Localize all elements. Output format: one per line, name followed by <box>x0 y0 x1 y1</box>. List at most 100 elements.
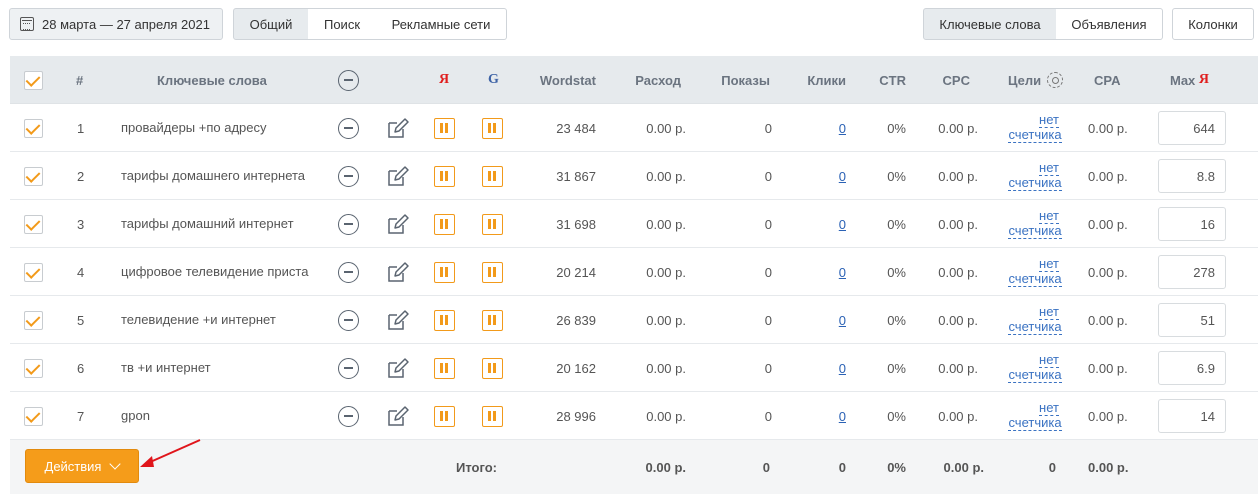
header-num: # <box>76 72 84 88</box>
row-checkbox[interactable] <box>24 406 43 426</box>
row-cpc: 0.00 р. <box>938 168 978 184</box>
row-goals[interactable]: нет счетчика <box>1006 200 1064 248</box>
minus-circle-icon[interactable] <box>338 69 359 91</box>
row-minus-cell <box>338 248 359 296</box>
row-clicks-link[interactable]: 0 <box>839 121 846 136</box>
max-bid-input[interactable]: 16 <box>1158 207 1226 241</box>
tab-keywords[interactable]: Ключевые слова <box>923 8 1057 40</box>
row-checkbox[interactable] <box>24 262 43 282</box>
pause-icon[interactable] <box>482 405 503 427</box>
edit-icon[interactable] <box>386 261 410 283</box>
max-bid-input[interactable]: 51 <box>1158 303 1226 337</box>
row-clicks-link[interactable]: 0 <box>839 169 846 184</box>
max-bid-input[interactable]: 6.9 <box>1158 351 1226 385</box>
max-bid-input[interactable]: 8.8 <box>1158 159 1226 193</box>
pause-icon[interactable] <box>434 357 455 379</box>
tab-search[interactable]: Поиск <box>308 8 377 40</box>
row-keyword[interactable]: тарифы домашнего интернета <box>121 152 309 200</box>
header-keywords[interactable]: Ключевые слова <box>157 56 267 104</box>
minus-circle-icon[interactable] <box>338 261 359 283</box>
edit-icon[interactable] <box>386 165 410 187</box>
pause-icon[interactable] <box>482 165 503 187</box>
minus-circle-icon[interactable] <box>338 117 359 139</box>
row-goals[interactable]: нет счетчика <box>1006 344 1064 392</box>
columns-button[interactable]: Колонки <box>1172 8 1254 40</box>
pause-icon[interactable] <box>482 213 503 235</box>
row-keyword[interactable]: цифровое телевидение пристав <box>121 248 309 296</box>
minus-circle-icon[interactable] <box>338 309 359 331</box>
max-bid-input[interactable]: 14 <box>1158 399 1226 433</box>
edit-icon[interactable] <box>386 309 410 331</box>
row-keyword[interactable]: gpon <box>121 392 309 440</box>
row-max-cell: 8.8 <box>1158 152 1226 200</box>
pause-icon[interactable] <box>434 309 455 331</box>
header-cpa[interactable]: CPA <box>1094 56 1120 104</box>
row-num: 5 <box>77 312 85 328</box>
row-checkbox[interactable] <box>24 214 43 234</box>
row-wordstat: 20 214 <box>556 264 596 280</box>
tab-ad-networks[interactable]: Рекламные сети <box>376 8 507 40</box>
row-goals[interactable]: нет счетчика <box>1006 392 1064 440</box>
row-checkbox[interactable] <box>24 166 43 186</box>
header-cpc[interactable]: CPC <box>930 56 970 104</box>
row-clicks-link[interactable]: 0 <box>839 217 846 232</box>
pause-icon[interactable] <box>482 309 503 331</box>
row-goals-line2: счетчика <box>1008 415 1062 431</box>
yandex-icon: Я <box>439 72 450 87</box>
row-clicks-link[interactable]: 0 <box>839 409 846 424</box>
row-checkbox[interactable] <box>24 358 43 378</box>
max-bid-input[interactable]: 278 <box>1158 255 1226 289</box>
actions-button[interactable]: Действия <box>25 449 139 483</box>
select-all-checkbox[interactable] <box>24 70 43 90</box>
date-range-button[interactable]: 28 марта — 27 апреля 2021 <box>9 8 223 40</box>
row-keyword[interactable]: провайдеры +по адресу <box>121 104 309 152</box>
pause-icon[interactable] <box>434 405 455 427</box>
pause-icon[interactable] <box>482 357 503 379</box>
row-goals[interactable]: нет счетчика <box>1006 104 1064 152</box>
row-clicks-link[interactable]: 0 <box>839 361 846 376</box>
row-checkbox[interactable] <box>24 118 43 138</box>
edit-icon[interactable] <box>386 357 410 379</box>
edit-icon[interactable] <box>386 213 410 235</box>
header-wordstat[interactable]: Wordstat <box>514 56 596 104</box>
row-goals[interactable]: нет счетчика <box>1006 296 1064 344</box>
pause-icon[interactable] <box>482 117 503 139</box>
row-goals-line1: нет <box>1039 208 1059 224</box>
row-clicks-link[interactable]: 0 <box>839 265 846 280</box>
edit-icon[interactable] <box>386 117 410 139</box>
minus-circle-icon[interactable] <box>338 405 359 427</box>
row-num: 2 <box>77 168 85 184</box>
minus-circle-icon[interactable] <box>338 213 359 235</box>
row-yandex-pause-cell <box>434 200 455 248</box>
pause-icon[interactable] <box>434 117 455 139</box>
row-clicks-cell: 0 <box>800 200 846 248</box>
row-keyword[interactable]: тарифы домашний интернет <box>121 200 309 248</box>
totals-clicks: 0 <box>838 460 846 475</box>
pause-icon[interactable] <box>434 261 455 283</box>
header-ctr[interactable]: CTR <box>860 56 906 104</box>
header-impressions[interactable]: Показы <box>700 56 770 104</box>
pause-icon[interactable] <box>434 165 455 187</box>
pause-icon[interactable] <box>434 213 455 235</box>
tab-ads[interactable]: Объявления <box>1056 8 1163 40</box>
row-cpa: 0.00 р. <box>1088 408 1128 424</box>
minus-circle-icon[interactable] <box>338 357 359 379</box>
header-goals-label[interactable]: Цели <box>1008 73 1041 88</box>
row-goals[interactable]: нет счетчика <box>1006 248 1064 296</box>
pause-icon[interactable] <box>482 261 503 283</box>
row-goals[interactable]: нет счетчика <box>1006 152 1064 200</box>
row-keyword[interactable]: телевидение +и интернет <box>121 296 309 344</box>
header-cost[interactable]: Расход <box>610 56 681 104</box>
header-clicks[interactable]: Клики <box>790 56 846 104</box>
row-select-cell <box>24 392 43 440</box>
row-clicks-link[interactable]: 0 <box>839 313 846 328</box>
max-bid-input[interactable]: 644 <box>1158 111 1226 145</box>
header-max[interactable]: Max Я <box>1170 56 1209 104</box>
row-keyword[interactable]: тв +и интернет <box>121 344 309 392</box>
edit-icon[interactable] <box>386 405 410 427</box>
tab-general[interactable]: Общий <box>233 8 309 40</box>
row-checkbox[interactable] <box>24 310 43 330</box>
gear-icon[interactable] <box>1047 72 1064 88</box>
table-row: 1 провайдеры +по адресу 23 484 0.00 р. 0 0 0% 0… <box>10 104 1258 152</box>
minus-circle-icon[interactable] <box>338 165 359 187</box>
